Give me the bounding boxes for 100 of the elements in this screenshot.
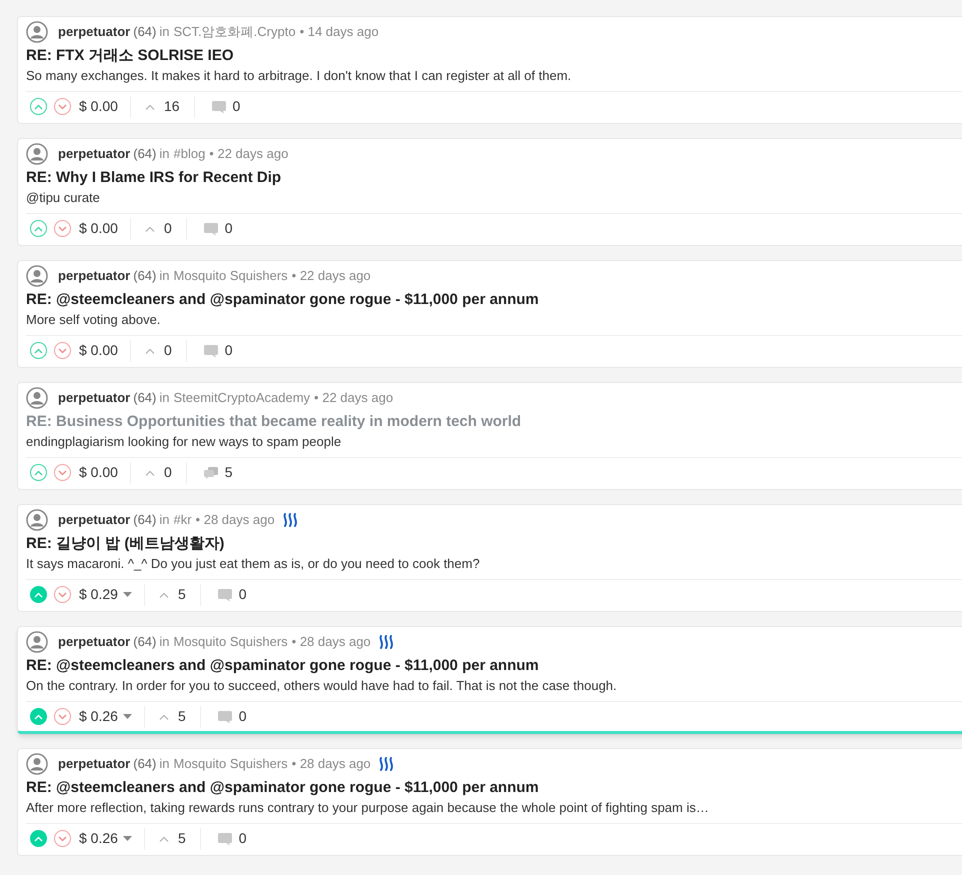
steem-logo-icon: [282, 513, 299, 527]
chevron-up-icon: [158, 592, 169, 598]
in-label: in: [159, 389, 170, 408]
chevron-up-icon: [144, 226, 155, 232]
payout-button[interactable]: $ 0.26: [79, 706, 132, 727]
chevron-down-icon: [58, 348, 67, 354]
upvote-button[interactable]: [30, 586, 47, 603]
in-label: in: [159, 511, 170, 530]
comment-icon[interactable]: [216, 710, 233, 724]
payout-amount[interactable]: $ 0.00: [79, 218, 118, 239]
downvote-button[interactable]: [54, 830, 71, 847]
comment-icon[interactable]: [202, 222, 219, 236]
avatar-icon[interactable]: [26, 143, 48, 165]
vote-count[interactable]: 5: [178, 584, 186, 605]
downvote-button[interactable]: [54, 708, 71, 725]
post-time[interactable]: • 28 days ago: [292, 632, 371, 652]
comment-count[interactable]: 0: [238, 828, 247, 849]
caret-down-icon: [122, 714, 132, 720]
chevron-up-icon: [144, 348, 155, 354]
comment-count[interactable]: 5: [224, 462, 233, 483]
caret-down-icon: [122, 836, 132, 842]
payout-button[interactable]: $ 0.29: [79, 584, 132, 605]
author-name[interactable]: perpetuator: [58, 144, 130, 164]
community-link[interactable]: #blog: [173, 144, 206, 164]
avatar-icon[interactable]: [26, 631, 48, 653]
upvote-button[interactable]: [30, 98, 47, 115]
comment-count[interactable]: 0: [238, 584, 247, 605]
payout-amount[interactable]: $ 0.00: [79, 462, 118, 483]
vote-count[interactable]: 0: [164, 462, 172, 483]
comment-icon[interactable]: [202, 344, 219, 358]
comment-count[interactable]: 0: [238, 706, 247, 727]
upvote-button[interactable]: [30, 342, 47, 359]
post-time[interactable]: • 28 days ago: [292, 754, 371, 774]
post-title[interactable]: RE: @steemcleaners and @spaminator gone rogue - $11,000 per annum: [26, 656, 962, 676]
post-title[interactable]: RE: @steemcleaners and @spaminator gone rogue - $11,000 per annum: [26, 778, 962, 798]
vote-count[interactable]: 0: [164, 340, 172, 361]
upvote-button[interactable]: [30, 708, 47, 725]
community-link[interactable]: Mosquito Squishers: [173, 632, 288, 652]
comment-icon[interactable]: [210, 100, 227, 114]
in-label: in: [159, 145, 170, 164]
post-body: endingplagiarism looking for new ways to spam people: [26, 433, 342, 451]
steem-logo-icon: [378, 635, 395, 649]
post-body: So many exchanges. It makes it hard to arbitrage. I don't know that I can register at all of them.: [26, 67, 572, 85]
payout-button[interactable]: $ 0.26: [79, 828, 132, 849]
upvote-button[interactable]: [30, 830, 47, 847]
chevron-down-icon: [58, 470, 67, 476]
post-time[interactable]: • 28 days ago: [196, 510, 275, 530]
comment-count[interactable]: 0: [224, 218, 233, 239]
author-name[interactable]: perpetuator: [58, 388, 130, 408]
author-name[interactable]: perpetuator: [58, 266, 130, 286]
post-title[interactable]: RE: @steemcleaners and @spaminator gone rogue - $11,000 per annum: [26, 290, 962, 310]
downvote-button[interactable]: [54, 586, 71, 603]
comment-count[interactable]: 0: [224, 340, 233, 361]
payout-amount[interactable]: $ 0.00: [79, 96, 118, 117]
avatar-icon[interactable]: [26, 753, 48, 775]
post-title[interactable]: RE: FTX 거래소 SOLRISE IEO: [26, 46, 962, 66]
avatar-icon[interactable]: [26, 509, 48, 531]
chevron-up-icon: [34, 592, 43, 598]
downvote-button[interactable]: [54, 220, 71, 237]
community-link[interactable]: Mosquito Squishers: [173, 266, 288, 286]
reputation: (64): [133, 755, 156, 774]
author-name[interactable]: perpetuator: [58, 22, 130, 42]
post-time[interactable]: • 22 days ago: [209, 144, 288, 164]
comment-count[interactable]: 0: [232, 96, 240, 117]
community-link[interactable]: #kr: [173, 510, 192, 530]
vote-count[interactable]: 16: [164, 96, 180, 117]
post-title[interactable]: RE: Why I Blame IRS for Recent Dip: [26, 168, 962, 188]
author-name[interactable]: perpetuator: [58, 754, 130, 774]
in-label: in: [159, 23, 170, 42]
avatar-icon[interactable]: [26, 265, 48, 287]
downvote-button[interactable]: [54, 98, 71, 115]
downvote-button[interactable]: [54, 464, 71, 481]
post-time[interactable]: • 14 days ago: [300, 22, 379, 42]
community-link[interactable]: Mosquito Squishers: [173, 754, 288, 774]
author-name[interactable]: perpetuator: [58, 632, 130, 652]
reputation: (64): [133, 267, 156, 286]
avatar-icon[interactable]: [26, 21, 48, 43]
author-name[interactable]: perpetuator: [58, 510, 130, 530]
caret-down-icon: [122, 592, 132, 598]
comment-icon[interactable]: [216, 588, 233, 602]
vote-count[interactable]: 5: [178, 706, 186, 727]
post-time[interactable]: • 22 days ago: [292, 266, 371, 286]
chevron-up-icon: [34, 836, 43, 842]
downvote-button[interactable]: [54, 342, 71, 359]
post-title[interactable]: RE: 길냥이 밥 (베트남생활자): [26, 534, 962, 554]
comment-icon[interactable]: [216, 832, 233, 846]
community-link[interactable]: SCT.암호화폐.Crypto: [173, 22, 296, 42]
payout-amount[interactable]: $ 0.00: [79, 340, 118, 361]
in-label: in: [159, 755, 170, 774]
chevron-up-icon: [34, 348, 43, 354]
community-link[interactable]: SteemitCryptoAcademy: [173, 388, 310, 408]
upvote-button[interactable]: [30, 464, 47, 481]
upvote-button[interactable]: [30, 220, 47, 237]
post-time[interactable]: • 22 days ago: [314, 388, 394, 408]
post-body: More self voting above.: [26, 311, 162, 329]
avatar-icon[interactable]: [26, 387, 48, 409]
vote-count[interactable]: 5: [178, 828, 186, 849]
vote-count[interactable]: 0: [164, 218, 172, 239]
in-label: in: [159, 267, 170, 286]
comments-icon[interactable]: [202, 466, 219, 480]
